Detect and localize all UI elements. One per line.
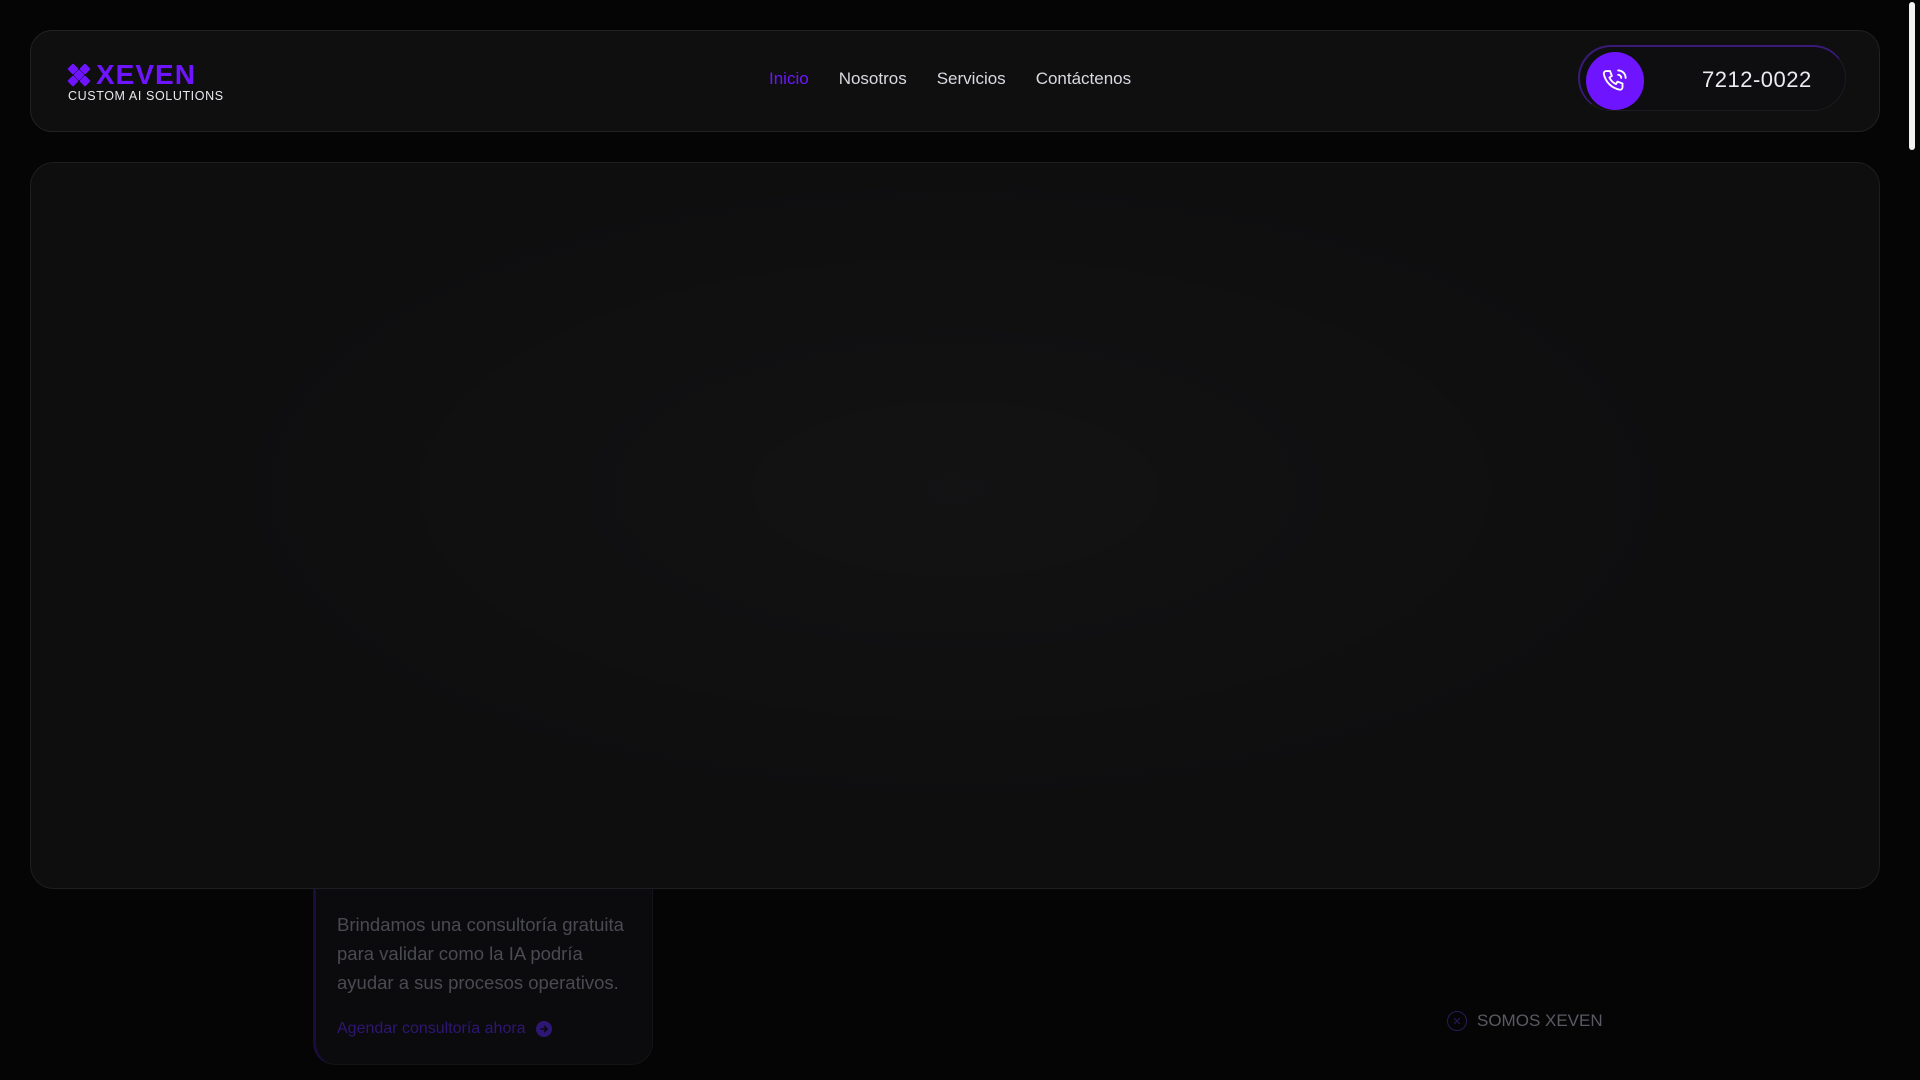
- phone-button[interactable]: 7212-0022: [1578, 45, 1846, 111]
- schedule-consult-link[interactable]: Agendar consultoría ahora: [337, 1020, 552, 1038]
- hero-card: [30, 162, 1880, 889]
- logo-wordmark: XEVEN: [96, 59, 196, 90]
- phone-number: 7212-0022: [1702, 67, 1812, 92]
- arrow-right-icon: [535, 1021, 552, 1037]
- nav-item-servicios[interactable]: Servicios: [937, 69, 1006, 89]
- logo-tagline: CUSTOM AI SOLUTIONS: [68, 89, 224, 103]
- schedule-consult-label: Agendar consultoría ahora: [337, 1020, 526, 1037]
- site-header: XEVEN CUSTOM AI SOLUTIONS Inicio Nosotro…: [30, 30, 1880, 132]
- xeven-mark-icon: ✕: [1447, 1011, 1467, 1031]
- scrollbar-thumb[interactable]: [1909, 2, 1915, 150]
- nav-item-nosotros[interactable]: Nosotros: [839, 69, 907, 89]
- somos-xeven-text: SOMOS XEVEN: [1477, 1011, 1603, 1030]
- somos-xeven-label: ✕ SOMOS XEVEN: [1447, 1011, 1603, 1031]
- consult-description: Brindamos una consultoría gratuita para …: [337, 914, 624, 993]
- main-nav: Inicio Nosotros Servicios Contáctenos: [769, 69, 1131, 89]
- nav-item-inicio[interactable]: Inicio: [769, 69, 809, 89]
- nav-item-contactenos[interactable]: Contáctenos: [1036, 69, 1131, 89]
- page-scrollbar[interactable]: [1904, 0, 1920, 1080]
- xeven-mark-icon: [67, 63, 91, 87]
- consult-card: Brindamos una consultoría gratuita para …: [313, 860, 653, 1065]
- phone-icon: [1586, 52, 1644, 110]
- logo[interactable]: XEVEN CUSTOM AI SOLUTIONS: [67, 59, 248, 104]
- hero-background: [31, 163, 1879, 888]
